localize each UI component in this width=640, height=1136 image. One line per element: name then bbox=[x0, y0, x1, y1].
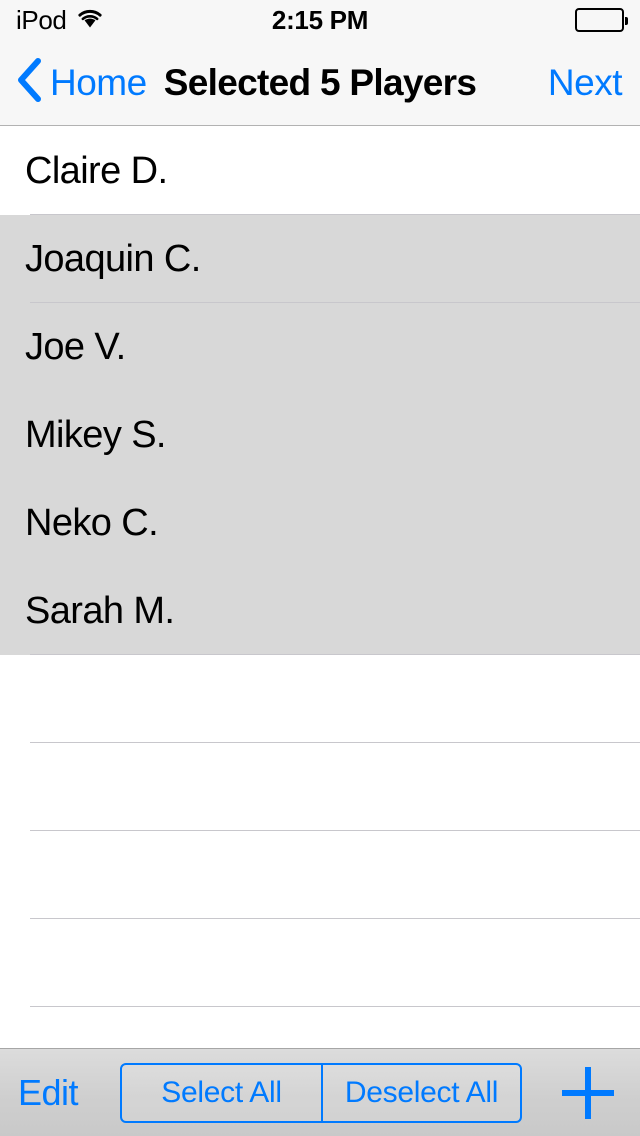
player-row[interactable]: Sarah M. bbox=[0, 567, 640, 655]
empty-row bbox=[0, 1007, 640, 1048]
select-all-button[interactable]: Select All bbox=[122, 1065, 321, 1121]
empty-row bbox=[0, 831, 640, 919]
player-name: Claire D. bbox=[25, 150, 168, 192]
wifi-icon bbox=[76, 7, 104, 33]
selection-segmented-control[interactable]: Select All Deselect All bbox=[120, 1063, 522, 1123]
player-name: Sarah M. bbox=[25, 590, 175, 632]
empty-row bbox=[0, 655, 640, 743]
player-name: Mikey S. bbox=[25, 414, 167, 456]
player-list[interactable]: Claire D. Joaquin C. Joe V. Mikey S. Neko C.… bbox=[0, 127, 640, 1048]
app-screen: iPod 2:15 PM Home Selected 5 Players Nex… bbox=[0, 0, 640, 1136]
add-player-button[interactable] bbox=[562, 1066, 614, 1119]
player-name: Joaquin C. bbox=[25, 238, 201, 280]
battery-icon bbox=[575, 8, 628, 32]
navigation-bar: Home Selected 5 Players Next bbox=[0, 40, 640, 126]
edit-button[interactable]: Edit bbox=[18, 1072, 79, 1114]
back-button[interactable]: Home bbox=[16, 40, 147, 125]
player-row[interactable]: Claire D. bbox=[0, 127, 640, 215]
player-row[interactable]: Joe V. bbox=[0, 303, 640, 391]
player-row[interactable]: Joaquin C. bbox=[0, 215, 640, 303]
deselect-all-button[interactable]: Deselect All bbox=[321, 1065, 520, 1121]
empty-row bbox=[0, 743, 640, 831]
clock-label: 2:15 PM bbox=[271, 4, 369, 35]
status-bar: iPod 2:15 PM bbox=[0, 0, 640, 40]
back-button-label: Home bbox=[50, 61, 147, 103]
player-row[interactable]: Mikey S. bbox=[0, 391, 640, 479]
next-button[interactable]: Next bbox=[548, 40, 623, 125]
player-name: Joe V. bbox=[25, 326, 126, 368]
player-row[interactable]: Neko C. bbox=[0, 479, 640, 567]
player-name: Neko C. bbox=[25, 502, 159, 544]
bottom-toolbar: Edit Select All Deselect All bbox=[0, 1048, 640, 1136]
carrier-label: iPod bbox=[16, 5, 67, 35]
status-bar-left: iPod bbox=[16, 7, 104, 33]
empty-row bbox=[0, 919, 640, 1007]
chevron-left-icon bbox=[16, 58, 42, 107]
status-bar-right bbox=[575, 8, 628, 32]
